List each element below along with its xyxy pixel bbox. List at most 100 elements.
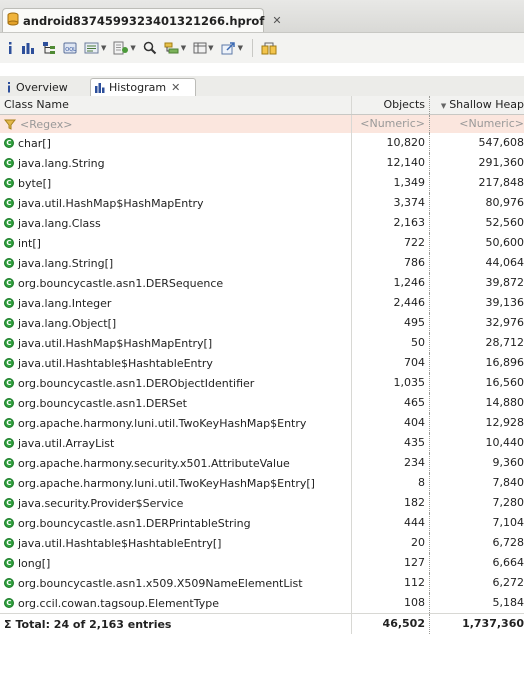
sum-icon: Σ (4, 617, 12, 631)
objects-cell: 495 (351, 313, 429, 333)
table-row[interactable]: Corg.bouncycastle.asn1.DERSet 465 14,880 (0, 393, 524, 413)
table-row[interactable]: Corg.apache.harmony.security.x501.Attrib… (0, 453, 524, 473)
objects-cell: 10,820 (351, 133, 429, 153)
toolbar-separator (251, 39, 253, 57)
class-icon: C (4, 458, 14, 468)
search-icon[interactable] (143, 38, 157, 58)
class-name-text: java.util.HashMap$HashMapEntry (18, 196, 204, 210)
thread-overview-icon[interactable]: ▼ (84, 38, 106, 58)
class-name-cell: Corg.bouncycastle.asn1.DERObjectIdentifi… (0, 373, 351, 393)
shallow-heap-cell: 547,608 (429, 133, 524, 153)
oql-icon[interactable]: OQL (63, 38, 77, 58)
shallow-heap-cell: 80,976 (429, 193, 524, 213)
table-row[interactable]: Cjava.lang.Object[] 495 32,976 (0, 313, 524, 333)
table-row[interactable]: Cint[] 722 50,600 (0, 233, 524, 253)
tab-overview[interactable]: Overview (2, 78, 90, 96)
table-row[interactable]: Corg.apache.harmony.luni.util.TwoKeyHash… (0, 473, 524, 493)
column-header-shallow-heap[interactable]: ▼ Shallow Heap (429, 96, 524, 114)
table-row[interactable]: Corg.bouncycastle.asn1.x509.X509NameElem… (0, 573, 524, 593)
regex-filter-input[interactable]: <Regex> (0, 115, 351, 133)
toolbar: OQL ▼ ▼ ▼ ▼ ▼ (0, 33, 524, 63)
table-row[interactable]: Cjava.util.Hashtable$HashtableEntry[] 20 6… (0, 533, 524, 553)
calculate-retained-icon[interactable]: ▼ (193, 38, 214, 58)
info-icon (6, 81, 12, 93)
shallow-heap-cell: 28,712 (429, 333, 524, 353)
table-row[interactable]: Cjava.util.ArrayList 435 10,440 (0, 433, 524, 453)
class-name-cell: Cjava.util.HashMap$HashMapEntry (0, 193, 351, 213)
table-row[interactable]: Corg.bouncycastle.asn1.DERObjectIdentifi… (0, 373, 524, 393)
class-name-text: char[] (18, 136, 51, 150)
class-icon: C (4, 298, 14, 308)
run-report-icon[interactable]: ▼ (113, 38, 136, 58)
column-header-objects[interactable]: Objects (351, 96, 429, 114)
compare-icon[interactable] (261, 38, 277, 58)
objects-filter-input[interactable]: <Numeric> (351, 115, 429, 133)
table-row[interactable]: Cjava.lang.Integer 2,446 39,136 (0, 293, 524, 313)
class-name-cell: Cjava.security.Provider$Service (0, 493, 351, 513)
shallow-heap-cell: 7,840 (429, 473, 524, 493)
class-name-text: org.bouncycastle.asn1.DERSet (18, 396, 187, 410)
class-name-text: java.lang.Object[] (18, 316, 117, 330)
shallow-heap-cell: 39,872 (429, 273, 524, 293)
class-name-cell: Cjava.lang.Object[] (0, 313, 351, 333)
class-name-cell: Cint[] (0, 233, 351, 253)
objects-cell: 127 (351, 553, 429, 573)
table-row[interactable]: Cchar[] 10,820 547,608 (0, 133, 524, 153)
table-row[interactable]: Cjava.util.HashMap$HashMapEntry 3,374 80,9… (0, 193, 524, 213)
table-row[interactable]: Corg.ccil.cowan.tagsoup.ElementType 108 5,… (0, 593, 524, 613)
shallow-heap-cell: 14,880 (429, 393, 524, 413)
objects-cell: 1,035 (351, 373, 429, 393)
shallow-heap-cell: 10,440 (429, 433, 524, 453)
class-icon: C (4, 378, 14, 388)
column-header-class-name[interactable]: Class Name (0, 96, 351, 114)
histogram-icon[interactable] (21, 38, 35, 58)
editor-tab-bar: android8374599323401321266.hprof ✕ (0, 0, 524, 33)
class-name-cell: Corg.ccil.cowan.tagsoup.ElementType (0, 593, 351, 613)
objects-cell: 1,349 (351, 173, 429, 193)
close-icon[interactable]: ✕ (171, 81, 180, 94)
class-name-cell: Cjava.lang.Integer (0, 293, 351, 313)
objects-cell: 2,446 (351, 293, 429, 313)
class-name-text: java.util.Hashtable$HashtableEntry[] (18, 536, 222, 550)
class-name-cell: Clong[] (0, 553, 351, 573)
class-name-cell: Corg.bouncycastle.asn1.DERSet (0, 393, 351, 413)
export-icon[interactable]: ▼ (221, 38, 243, 58)
table-row[interactable]: Cjava.lang.String 12,140 291,360 (0, 153, 524, 173)
table-row[interactable]: Cbyte[] 1,349 217,848 (0, 173, 524, 193)
class-name-text: int[] (18, 236, 41, 250)
class-icon: C (4, 558, 14, 568)
table-row[interactable]: Corg.bouncycastle.asn1.DERSequence 1,246 3… (0, 273, 524, 293)
class-icon: C (4, 178, 14, 188)
objects-cell: 20 (351, 533, 429, 553)
svg-text:OQL: OQL (65, 47, 76, 53)
objects-cell: 108 (351, 593, 429, 613)
table-row[interactable]: Cjava.lang.Class 2,163 52,560 (0, 213, 524, 233)
objects-cell: 8 (351, 473, 429, 493)
editor-file-tab[interactable]: android8374599323401321266.hprof ✕ (2, 8, 282, 32)
info-icon[interactable] (6, 38, 14, 58)
table-row[interactable]: Cjava.security.Provider$Service 182 7,280 (0, 493, 524, 513)
dominator-tree-icon[interactable] (42, 38, 56, 58)
class-icon: C (4, 598, 14, 608)
table-row[interactable]: Cjava.util.Hashtable$HashtableEntry 704 16… (0, 353, 524, 373)
filter-row: <Regex> <Numeric> <Numeric> (0, 115, 524, 133)
class-name-cell: Corg.bouncycastle.asn1.DERSequence (0, 273, 351, 293)
table-row[interactable]: Corg.bouncycastle.asn1.DERPrintableStrin… (0, 513, 524, 533)
group-by-icon[interactable]: ▼ (164, 38, 186, 58)
class-name-cell: Corg.bouncycastle.asn1.x509.X509NameElem… (0, 573, 351, 593)
regex-filter-placeholder: <Regex> (20, 117, 73, 131)
table-row[interactable]: Cjava.lang.String[] 786 44,064 (0, 253, 524, 273)
shallow-heap-filter-input[interactable]: <Numeric> (429, 115, 524, 133)
objects-cell: 704 (351, 353, 429, 373)
class-name-text: java.util.ArrayList (18, 436, 115, 450)
close-icon[interactable]: ✕ (272, 14, 281, 27)
tab-histogram[interactable]: Histogram ✕ (90, 78, 196, 96)
table-row[interactable]: Clong[] 127 6,664 (0, 553, 524, 573)
class-name-text: java.util.HashMap$HashMapEntry[] (18, 336, 213, 350)
table-row[interactable]: Corg.apache.harmony.luni.util.TwoKeyHash… (0, 413, 524, 433)
class-name-text: org.apache.harmony.security.x501.Attribu… (18, 456, 290, 470)
objects-cell: 234 (351, 453, 429, 473)
objects-cell: 465 (351, 393, 429, 413)
shallow-heap-cell: 39,136 (429, 293, 524, 313)
table-row[interactable]: Cjava.util.HashMap$HashMapEntry[] 50 28,71… (0, 333, 524, 353)
